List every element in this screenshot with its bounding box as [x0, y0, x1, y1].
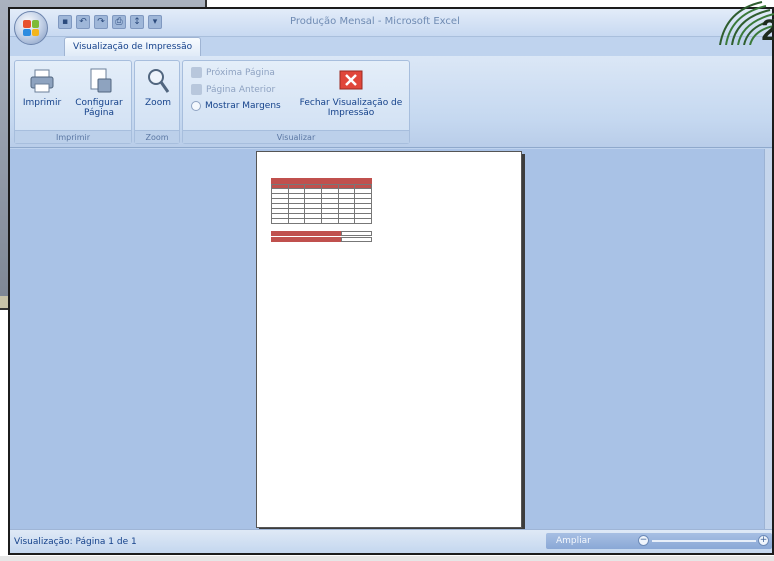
fechar-visualizacao-button[interactable]: Fechar Visualização de Impressão — [295, 67, 407, 118]
quick-access-toolbar: ▪ ↶ ↷ ⎙ ↕ ▾ — [58, 15, 162, 29]
mostrar-margens-checkbox[interactable]: Mostrar Margens — [191, 101, 281, 111]
margens-check-icon — [191, 101, 201, 111]
save-icon[interactable]: ▪ — [58, 15, 72, 29]
status-text: Visualização: Página 1 de 1 — [14, 537, 137, 547]
preview-summary-row — [271, 237, 372, 242]
page-setup-icon — [85, 67, 113, 95]
preview-page — [256, 151, 522, 528]
zoom-label: Zoom — [145, 98, 171, 108]
print-icon[interactable]: ⎙ — [112, 15, 126, 29]
corner-logo-number: 2 — [761, 14, 774, 47]
imprimir-button[interactable]: Imprimir — [17, 67, 67, 108]
zoom-slider[interactable] — [652, 540, 756, 542]
preview-summary-row — [271, 231, 372, 236]
zoom-out-icon[interactable]: − — [638, 535, 649, 546]
pagina-anterior-button[interactable]: Página Anterior — [191, 84, 275, 95]
group-zoom-label: Zoom — [135, 130, 179, 143]
ampliar-label[interactable]: Ampliar — [556, 536, 591, 546]
group-visualizar: Próxima Página Página Anterior Mostrar M… — [182, 60, 410, 144]
group-visualizar-label: Visualizar — [183, 130, 409, 143]
imprimir-label: Imprimir — [22, 98, 62, 108]
proxima-pagina-button[interactable]: Próxima Página — [191, 67, 275, 78]
office-button[interactable] — [14, 11, 48, 45]
configurar-pagina-label: Configurar Página — [75, 98, 123, 118]
window-title: Produção Mensal - Microsoft Excel — [290, 16, 460, 27]
pagina-anterior-label: Página Anterior — [206, 84, 276, 95]
group-imprimir-label: Imprimir — [15, 130, 131, 143]
preview-sheet-content — [271, 178, 386, 242]
next-page-icon — [191, 67, 202, 78]
group-zoom: Zoom Zoom — [134, 60, 180, 144]
ribbon-tabs: Visualização de Impressão — [64, 37, 202, 57]
status-bar: Visualização: Página 1 de 1 Ampliar − + — [10, 529, 772, 553]
mostrar-margens-label: Mostrar Margens — [205, 101, 281, 111]
previous-page-icon — [191, 84, 202, 95]
sort-icon[interactable]: ↕ — [130, 15, 144, 29]
excel-window: ▪ ↶ ↷ ⎙ ↕ ▾ Produção Mensal - Microsoft … — [8, 7, 774, 555]
proxima-pagina-label: Próxima Página — [206, 67, 275, 78]
printer-icon — [28, 67, 56, 95]
preview-workspace[interactable] — [10, 149, 768, 529]
ribbon: Imprimir Configurar Página Imprimir Zoom… — [10, 56, 772, 148]
group-imprimir: Imprimir Configurar Página Imprimir — [14, 60, 132, 144]
vertical-scrollbar[interactable] — [764, 149, 772, 529]
bottom-strip — [0, 556, 774, 561]
redo-icon[interactable]: ↷ — [94, 15, 108, 29]
configurar-pagina-button[interactable]: Configurar Página — [69, 67, 129, 118]
preview-table — [271, 184, 372, 224]
undo-icon[interactable]: ↶ — [76, 15, 90, 29]
zoom-button[interactable]: Zoom — [139, 67, 177, 108]
tab-visualizacao-impressao[interactable]: Visualização de Impressão — [64, 37, 202, 57]
office-logo-icon — [23, 20, 39, 36]
zoom-control: Ampliar − + — [546, 533, 772, 549]
table-row — [271, 218, 372, 224]
close-preview-icon — [337, 67, 365, 95]
title-bar: ▪ ↶ ↷ ⎙ ↕ ▾ Produção Mensal - Microsoft … — [10, 9, 772, 37]
zoom-in-icon[interactable]: + — [758, 535, 769, 546]
fechar-visualizacao-label: Fechar Visualização de Impressão — [299, 98, 403, 118]
dropdown-icon[interactable]: ▾ — [148, 15, 162, 29]
magnifier-icon — [144, 67, 172, 95]
